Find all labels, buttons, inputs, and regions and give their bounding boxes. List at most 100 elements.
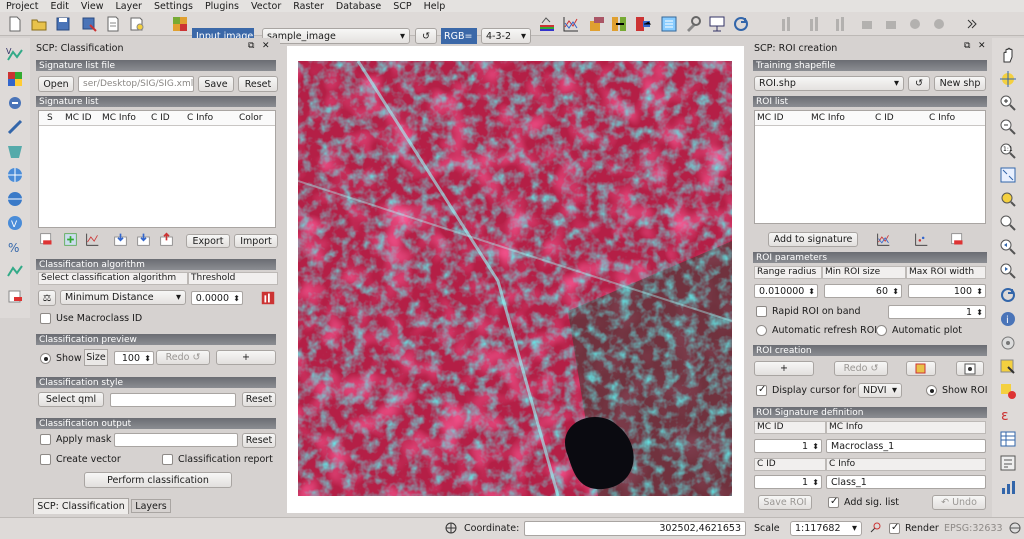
scp-refresh-icon[interactable] bbox=[732, 15, 750, 33]
zoom-to-selection-icon[interactable] bbox=[999, 190, 1017, 208]
mask-reset-button[interactable]: Reset bbox=[242, 433, 276, 448]
new-shp-button[interactable]: New shp bbox=[934, 76, 986, 91]
select-qml-button[interactable]: Select qml bbox=[38, 392, 104, 407]
col-c-info[interactable]: C Info bbox=[187, 113, 213, 123]
show-preview-radio[interactable] bbox=[40, 353, 51, 364]
create-vector-checkbox[interactable] bbox=[40, 454, 51, 465]
menu-project[interactable]: Project bbox=[6, 1, 39, 12]
add-preview-button[interactable]: + bbox=[216, 350, 276, 365]
menu-plugins[interactable]: Plugins bbox=[205, 1, 239, 12]
new-project-icon[interactable] bbox=[6, 15, 24, 33]
save-button[interactable]: Save bbox=[198, 76, 234, 92]
zoom-full-icon[interactable] bbox=[999, 166, 1017, 184]
menu-database[interactable]: Database bbox=[336, 1, 381, 12]
refresh-map-icon[interactable] bbox=[999, 286, 1017, 304]
add-raster-layer-icon[interactable] bbox=[6, 70, 24, 88]
rgb-select[interactable]: 4-3-2 bbox=[481, 28, 531, 44]
add-wms-layer-icon[interactable] bbox=[6, 166, 24, 184]
coordinate-field[interactable]: 302502,4621653 bbox=[524, 521, 746, 536]
export-button[interactable]: Export bbox=[186, 234, 230, 248]
perform-classification-button[interactable]: Perform classification bbox=[84, 472, 232, 488]
reset-button[interactable]: Reset bbox=[238, 76, 278, 92]
measure-tool-icon[interactable] bbox=[999, 334, 1017, 352]
col-mc-id[interactable]: MC ID bbox=[65, 113, 92, 123]
roi-panel-close-icon[interactable]: ✕ bbox=[978, 41, 986, 51]
save-as-icon[interactable] bbox=[80, 15, 98, 33]
menu-vector[interactable]: Vector bbox=[251, 1, 281, 12]
classification-report-checkbox[interactable] bbox=[162, 454, 173, 465]
coordinate-toggle-icon[interactable] bbox=[444, 521, 458, 535]
select-by-polygon-icon[interactable] bbox=[999, 382, 1017, 400]
attribute-table-icon[interactable] bbox=[999, 430, 1017, 448]
import-library-icon[interactable] bbox=[136, 232, 151, 247]
create-roi-button[interactable]: + bbox=[754, 361, 814, 376]
satellite-image[interactable] bbox=[298, 61, 732, 496]
roi-scatter-plot-icon[interactable] bbox=[914, 232, 929, 247]
algorithm-select[interactable]: Minimum Distance bbox=[60, 290, 186, 305]
zoom-to-layer-icon[interactable] bbox=[999, 214, 1017, 232]
import-usgs-icon[interactable] bbox=[113, 232, 128, 247]
col-color[interactable]: Color bbox=[239, 113, 263, 123]
roi-spectral-plot-icon[interactable] bbox=[876, 232, 891, 247]
add-postgis-layer-icon[interactable] bbox=[6, 94, 24, 112]
add-to-signature-button[interactable]: Add to signature bbox=[768, 232, 858, 247]
preprocessing-icon[interactable] bbox=[610, 15, 628, 33]
col-mc-info[interactable]: MC Info bbox=[102, 113, 136, 123]
preview-size-spinbox[interactable]: 100 bbox=[114, 351, 154, 365]
statistics-icon[interactable] bbox=[999, 478, 1017, 496]
field-calculator-icon[interactable] bbox=[999, 454, 1017, 472]
settings-icon[interactable] bbox=[684, 15, 702, 33]
auto-refresh-radio[interactable] bbox=[756, 325, 767, 336]
export-library-icon[interactable] bbox=[159, 232, 174, 247]
signature-file-path[interactable]: ser/Desktop/SIG/SIG.xml bbox=[78, 76, 194, 92]
roi-pointer-button[interactable] bbox=[956, 361, 984, 376]
signature-threshold-icon[interactable] bbox=[260, 290, 276, 306]
input-image-select[interactable]: sample_image bbox=[262, 28, 410, 44]
col-c-id[interactable]: C ID bbox=[151, 113, 170, 123]
spectral-plot-icon[interactable] bbox=[562, 15, 580, 33]
import-button[interactable]: Import bbox=[234, 234, 278, 248]
toolbar-overflow-icon[interactable] bbox=[962, 15, 980, 33]
print-composer-icon[interactable] bbox=[104, 15, 122, 33]
menu-help[interactable]: Help bbox=[424, 1, 446, 12]
menu-scp[interactable]: SCP bbox=[393, 1, 411, 12]
identify-features-icon[interactable]: i bbox=[999, 310, 1017, 328]
add-sig-list-checkbox[interactable] bbox=[828, 496, 839, 508]
mc-info-field[interactable]: Macroclass_1 bbox=[826, 439, 986, 453]
mc-id-spinbox[interactable]: 1 bbox=[754, 439, 822, 453]
remove-layer-icon[interactable] bbox=[6, 288, 24, 306]
rapid-roi-checkbox[interactable] bbox=[756, 306, 767, 317]
panel-close-icon[interactable]: ✕ bbox=[262, 41, 270, 51]
save-project-icon[interactable] bbox=[54, 15, 72, 33]
select-features-icon[interactable] bbox=[999, 358, 1017, 376]
crs-label[interactable]: EPSG:32633 bbox=[944, 523, 1003, 534]
mask-path-field[interactable] bbox=[114, 433, 238, 447]
open-button[interactable]: Open bbox=[38, 76, 74, 92]
menu-edit[interactable]: Edit bbox=[51, 1, 69, 12]
max-roi-spinbox[interactable]: 100 bbox=[908, 284, 986, 298]
roi-col-c-info[interactable]: C Info bbox=[929, 113, 955, 123]
qml-path-field[interactable] bbox=[110, 393, 236, 407]
add-spatialite-layer-icon[interactable] bbox=[6, 118, 24, 136]
band-set-icon[interactable] bbox=[538, 15, 556, 33]
user-manual-icon[interactable] bbox=[708, 15, 726, 33]
roi-col-mc-id[interactable]: MC ID bbox=[757, 113, 784, 123]
roi-table[interactable]: MC ID MC Info C ID C Info bbox=[754, 110, 986, 224]
magnifier-lock-icon[interactable] bbox=[868, 521, 882, 535]
refresh-image-button[interactable]: ↺ bbox=[415, 28, 437, 44]
apply-mask-checkbox[interactable] bbox=[40, 434, 51, 445]
tab-scp-classification[interactable]: SCP: Classification bbox=[33, 498, 129, 514]
refresh-shapefile-button[interactable]: ↺ bbox=[908, 76, 930, 91]
panel-float-icon[interactable]: ⧉ bbox=[248, 41, 254, 51]
display-cursor-checkbox[interactable] bbox=[756, 384, 767, 396]
render-checkbox[interactable] bbox=[889, 522, 900, 534]
c-info-field[interactable]: Class_1 bbox=[826, 475, 986, 489]
calc-signature-icon[interactable] bbox=[85, 232, 100, 247]
menu-raster[interactable]: Raster bbox=[293, 1, 324, 12]
delete-signature-icon[interactable] bbox=[39, 232, 54, 247]
open-project-icon[interactable] bbox=[30, 15, 48, 33]
add-mssql-layer-icon[interactable] bbox=[6, 142, 24, 160]
menu-view[interactable]: View bbox=[81, 1, 104, 12]
menu-layer[interactable]: Layer bbox=[115, 1, 142, 12]
add-delimited-text-icon[interactable]: % bbox=[6, 238, 24, 256]
